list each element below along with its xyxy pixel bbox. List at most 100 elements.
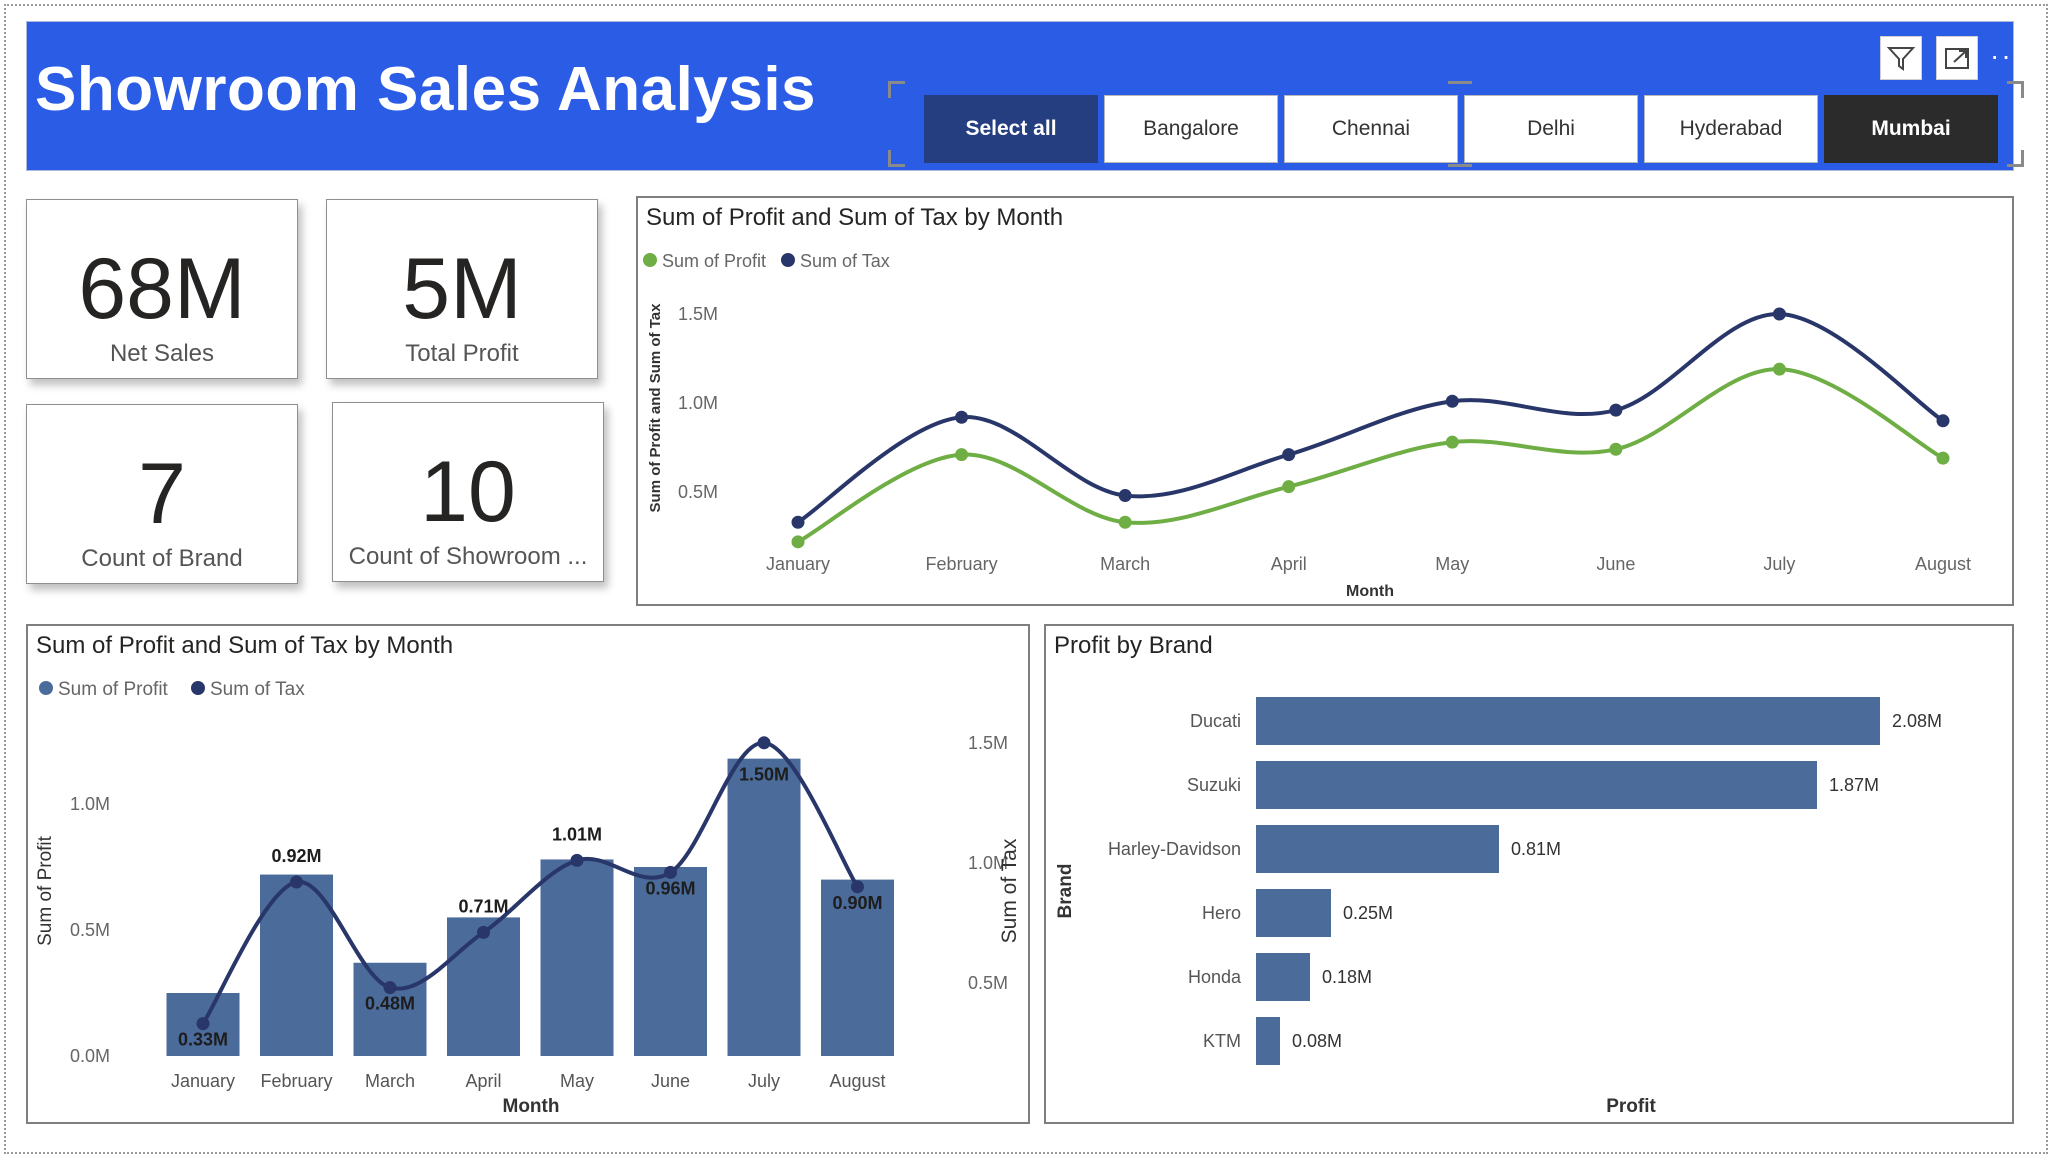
y-tick-label: KTM xyxy=(1203,1031,1241,1051)
y-tick-label: 0.0M xyxy=(70,1046,110,1066)
y2-axis-label: Sum of Tax xyxy=(998,838,1021,943)
data-point xyxy=(570,853,584,867)
data-point xyxy=(290,875,303,889)
data-label: 0.92M xyxy=(271,846,321,866)
y-tick-label: Hero xyxy=(1202,903,1241,923)
city-slicer[interactable]: Select all Bangalore Chennai Delhi Hyder… xyxy=(888,71,2024,167)
bar-brand-profit xyxy=(1256,889,1331,937)
filter-icon[interactable] xyxy=(1880,36,1922,80)
data-point xyxy=(1118,515,1132,529)
y-tick-label: Ducati xyxy=(1190,711,1241,731)
data-point xyxy=(955,410,969,424)
data-point xyxy=(1609,403,1623,417)
x-axis-label: Month xyxy=(1346,583,1394,600)
data-label: 0.71M xyxy=(458,896,508,916)
data-point xyxy=(1772,307,1786,321)
series-line-tax xyxy=(796,311,1945,524)
slicer-option-hyderabad[interactable]: Hyderabad xyxy=(1644,95,1818,163)
y-axis-label: Sum of Profit and Sum of Tax xyxy=(647,303,664,513)
x-tick-label: March xyxy=(365,1071,415,1091)
slicer-option-delhi[interactable]: Delhi xyxy=(1464,95,1638,163)
y-tick-label: 0.5M xyxy=(678,482,718,502)
slicer-option-chennai[interactable]: Chennai xyxy=(1284,95,1458,163)
kpi-value: 5M xyxy=(402,241,522,337)
data-point xyxy=(383,981,397,995)
x-tick-label: June xyxy=(651,1071,690,1091)
y-axis-label: Sum of Profit xyxy=(35,835,56,946)
brand-bar-panel[interactable]: Profit by Brand Ducati 2.08M Suzuki 1.87M Ha… xyxy=(1044,624,2014,1124)
kpi-card-count-of-showroom: 10 Count of Showroom ... xyxy=(332,402,604,582)
data-label: 0.96M xyxy=(645,878,695,898)
x-tick-label: January xyxy=(171,1071,235,1091)
bar-brand-profit xyxy=(1256,761,1817,809)
data-point xyxy=(1118,489,1132,503)
y-tick-label: 1.0M xyxy=(70,794,110,814)
data-label: 0.18M xyxy=(1322,967,1372,987)
data-label: 1.50M xyxy=(739,765,789,785)
x-tick-label: January xyxy=(766,554,830,574)
x-tick-label: July xyxy=(748,1071,780,1091)
series-line-profit xyxy=(797,367,1944,544)
kpi-card-total-profit: 5M Total Profit xyxy=(326,199,598,379)
y-tick-label: 1.0M xyxy=(678,393,718,413)
bar-profit xyxy=(727,758,801,1056)
x-axis-label: Month xyxy=(503,1096,560,1117)
data-point xyxy=(1936,414,1950,428)
data-point xyxy=(791,535,805,549)
y-tick-label: Harley-Davidson xyxy=(1108,839,1241,859)
y2-tick-label: 0.5M xyxy=(968,973,1008,993)
bar-brand-profit xyxy=(1256,953,1310,1001)
legend-marker xyxy=(643,253,657,267)
kpi-value: 7 xyxy=(138,446,186,542)
brand-bar-chart: Ducati 2.08M Suzuki 1.87M Harley-Davidson 0.8… xyxy=(1055,697,1942,1117)
y-axis-label: Brand xyxy=(1055,864,1076,919)
line-chart: Sum of Profit Sum of Tax 0.5M 1.0M 1.5M Sum o… xyxy=(643,251,1971,600)
y2-tick-label: 1.5M xyxy=(968,733,1008,753)
data-point xyxy=(1445,394,1459,408)
data-label: 0.08M xyxy=(1292,1031,1342,1051)
x-tick-label: April xyxy=(1271,554,1307,574)
legend-label: Sum of Profit xyxy=(58,679,169,700)
x-axis-label: Profit xyxy=(1606,1096,1656,1117)
legend-label: Sum of Profit xyxy=(662,251,766,271)
page-title: Showroom Sales Analysis xyxy=(35,55,817,124)
data-label: 1.01M xyxy=(552,824,602,844)
kpi-value: 68M xyxy=(78,241,246,337)
x-tick-label: February xyxy=(260,1071,332,1091)
x-tick-label: August xyxy=(1915,554,1971,574)
data-point xyxy=(955,448,969,462)
kpi-label: Total Profit xyxy=(405,340,519,367)
data-label: 0.81M xyxy=(1511,839,1561,859)
data-point xyxy=(1445,435,1459,449)
more-options-icon[interactable]: ··· xyxy=(1990,40,2024,72)
data-label: 2.08M xyxy=(1892,711,1942,731)
slicer-option-mumbai[interactable]: Mumbai xyxy=(1824,95,1998,163)
combo-chart-panel[interactable]: Sum of Profit and Sum of Tax by Month Su… xyxy=(26,624,1030,1124)
legend-marker xyxy=(781,253,795,267)
data-point xyxy=(757,736,771,750)
legend-marker xyxy=(191,681,205,695)
focus-mode-icon[interactable] xyxy=(1936,36,1978,80)
y-tick-label: Honda xyxy=(1188,967,1242,987)
slicer-option-select-all[interactable]: Select all xyxy=(924,95,1098,163)
x-tick-label: April xyxy=(465,1071,501,1091)
legend-label: Sum of Tax xyxy=(210,679,305,700)
x-tick-label: February xyxy=(926,554,998,574)
kpi-value: 10 xyxy=(420,444,516,540)
data-label: 0.48M xyxy=(365,994,415,1014)
combo-chart: Sum of Profit Sum of Tax 0.0M 0.5M 1.0M 0.5M 1… xyxy=(35,679,1021,1117)
data-point xyxy=(1772,362,1786,376)
bar-brand-profit xyxy=(1256,1017,1280,1065)
x-tick-label: May xyxy=(560,1071,594,1091)
slicer-option-bangalore[interactable]: Bangalore xyxy=(1104,95,1278,163)
data-label: 0.90M xyxy=(832,893,882,913)
y-tick-label: 1.5M xyxy=(678,304,718,324)
legend-marker xyxy=(39,681,53,695)
data-label: 0.25M xyxy=(1343,903,1393,923)
legend-label: Sum of Tax xyxy=(800,251,890,271)
kpi-card-net-sales: 68M Net Sales xyxy=(26,199,298,379)
x-tick-label: May xyxy=(1435,554,1469,574)
data-point xyxy=(1936,451,1950,465)
line-chart-panel[interactable]: Sum of Profit and Sum of Tax by Month Su… xyxy=(636,196,2014,606)
data-point xyxy=(196,1017,210,1031)
